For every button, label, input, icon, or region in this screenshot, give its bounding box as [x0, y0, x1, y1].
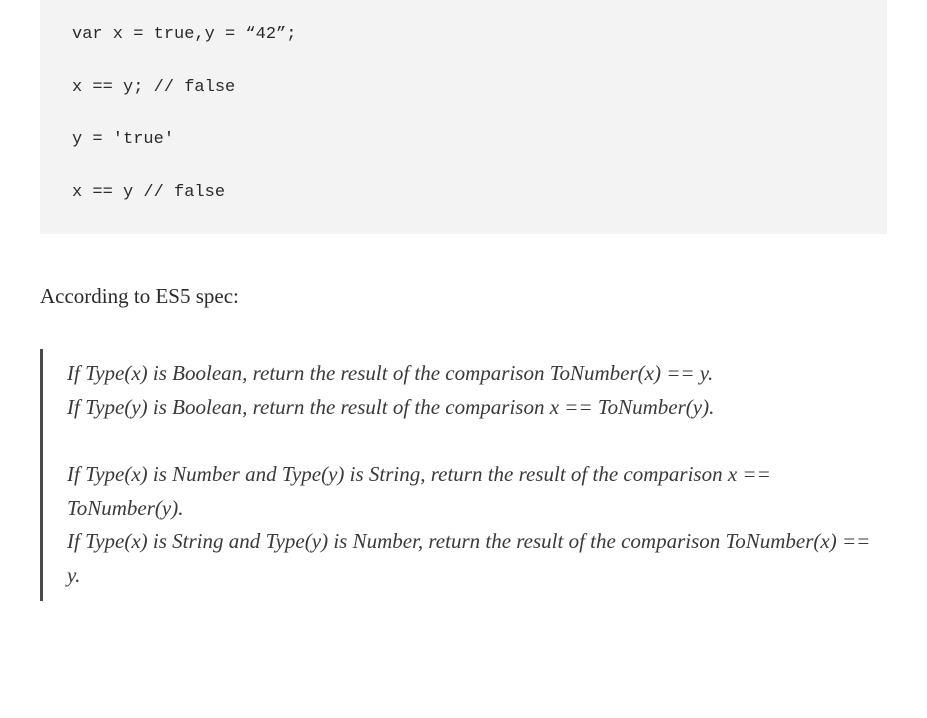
quote-blank-line	[67, 425, 887, 459]
code-line: x == y; // false	[72, 75, 855, 101]
quote-line: If Type(x) is Boolean, return the result…	[67, 357, 887, 391]
spec-blockquote: If Type(x) is Boolean, return the result…	[40, 349, 887, 600]
code-block: var x = true,y = “42”; x == y; // false …	[40, 0, 887, 234]
code-blank-line	[72, 101, 855, 127]
quote-line: If Type(x) is String and Type(y) is Numb…	[67, 525, 887, 592]
code-line: x == y // false	[72, 180, 855, 206]
code-line: y = 'true'	[72, 127, 855, 153]
code-blank-line	[72, 154, 855, 180]
code-blank-line	[72, 48, 855, 74]
quote-line: If Type(x) is Number and Type(y) is Stri…	[67, 458, 887, 525]
quote-line: If Type(y) is Boolean, return the result…	[67, 391, 887, 425]
code-line: var x = true,y = “42”;	[72, 22, 855, 48]
intro-paragraph: According to ES5 spec:	[40, 284, 887, 309]
